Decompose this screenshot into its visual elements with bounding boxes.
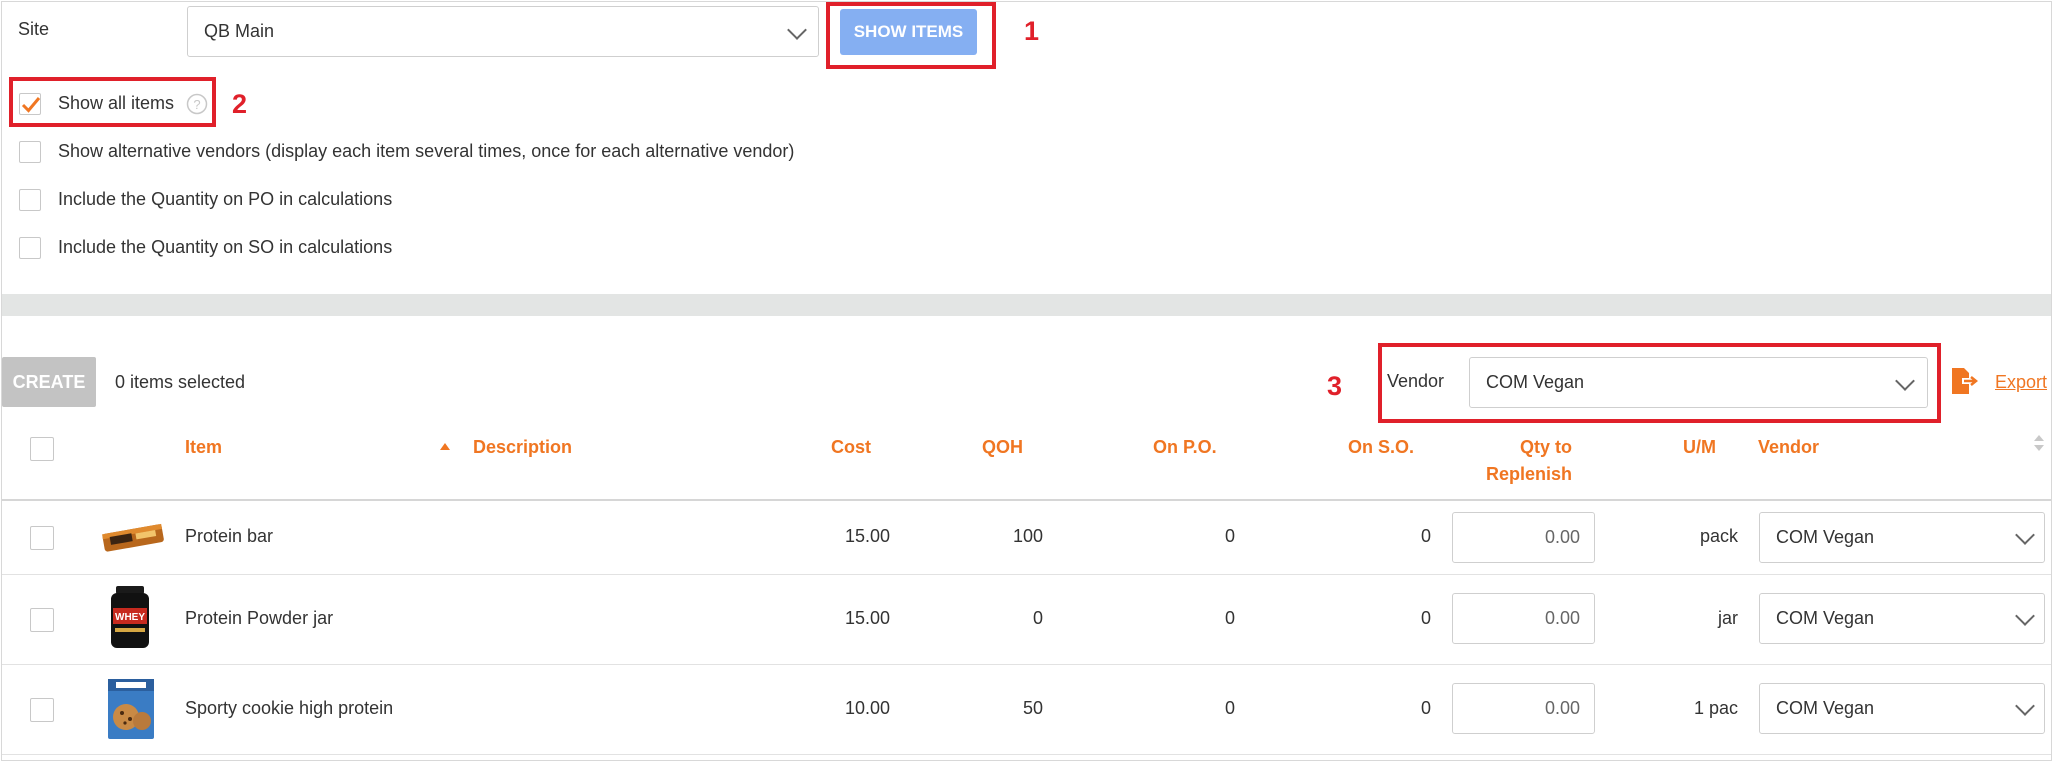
- item-cost: 15.00: [844, 608, 890, 628]
- table-row[interactable]: WHEY Protein Powder jar 15.00 0 0 0 0.00…: [2, 575, 2051, 665]
- chevron-down-icon: [1895, 371, 1915, 391]
- annotation-box-2: [9, 77, 216, 127]
- section-divider: [2, 294, 2051, 316]
- row-checkbox[interactable]: [30, 608, 54, 632]
- site-select[interactable]: QB Main: [187, 6, 819, 57]
- item-um: jar: [1717, 608, 1738, 628]
- annotation-number-2: 2: [232, 89, 248, 119]
- cookie-box-image: [108, 679, 154, 739]
- chevron-down-icon: [2015, 606, 2035, 626]
- chevron-down-icon: [2015, 525, 2035, 545]
- row-vendor-select[interactable]: COM Vegan: [1759, 512, 2045, 563]
- column-header-qty-to-replenish-line2[interactable]: Replenish: [1462, 464, 1572, 485]
- item-on-so: 0: [1420, 526, 1431, 546]
- item-name: Protein bar: [185, 526, 274, 546]
- item-on-so: 0: [1420, 608, 1431, 628]
- row-vendor-select[interactable]: COM Vegan: [1759, 683, 2045, 734]
- column-header-qoh[interactable]: QOH: [982, 437, 1023, 458]
- item-qoh: 100: [1012, 526, 1043, 546]
- create-button[interactable]: CREATE: [2, 357, 96, 407]
- column-header-cost[interactable]: Cost: [831, 437, 871, 458]
- file-export-icon[interactable]: [1950, 367, 1980, 395]
- column-header-description[interactable]: Description: [473, 437, 572, 458]
- item-on-po: 0: [1224, 526, 1235, 546]
- item-cost: 10.00: [844, 698, 890, 718]
- annotation-number-3: 3: [1327, 371, 1343, 401]
- column-header-qty-to-replenish-line1[interactable]: Qty to: [1462, 437, 1572, 458]
- column-header-um[interactable]: U/M: [1683, 437, 1716, 458]
- include-po-checkbox[interactable]: [19, 189, 41, 211]
- annotation-number-1: 1: [1024, 16, 1040, 46]
- row-vendor-select[interactable]: COM Vegan: [1759, 593, 2045, 644]
- export-link[interactable]: Export: [1995, 372, 2047, 393]
- row-vendor-value: COM Vegan: [1776, 527, 1875, 547]
- alternative-vendors-label: Show alternative vendors (display each i…: [58, 141, 795, 161]
- item-name: Sporty cookie high protein: [185, 698, 394, 718]
- qty-to-replenish-input[interactable]: 0.00: [1452, 683, 1595, 734]
- include-so-label: Include the Quantity on SO in calculatio…: [58, 237, 393, 257]
- column-header-vendor[interactable]: Vendor: [1758, 437, 1819, 458]
- item-qoh: 50: [1022, 698, 1043, 718]
- vendor-filter-label: Vendor: [1387, 371, 1445, 391]
- column-header-on-po[interactable]: On P.O.: [1153, 437, 1217, 458]
- protein-powder-jar-image: WHEY: [111, 586, 149, 648]
- row-checkbox[interactable]: [30, 698, 54, 722]
- table-row[interactable]: Protein bar 15.00 100 0 0 0.00 pack COM …: [2, 501, 2051, 575]
- vendor-filter-select[interactable]: COM Vegan: [1469, 357, 1928, 408]
- chevron-down-icon: [787, 20, 807, 40]
- alternative-vendors-checkbox[interactable]: [19, 141, 41, 163]
- svg-text:WHEY: WHEY: [115, 612, 145, 623]
- protein-bar-image: [102, 523, 164, 552]
- include-po-label: Include the Quantity on PO in calculatio…: [58, 189, 393, 209]
- item-on-so: 0: [1420, 698, 1431, 718]
- qty-to-replenish-input[interactable]: 0.00: [1452, 593, 1595, 644]
- item-on-po: 0: [1224, 608, 1235, 628]
- site-select-value: QB Main: [204, 21, 275, 41]
- include-so-checkbox[interactable]: [19, 237, 41, 259]
- table-row[interactable]: Sporty cookie high protein 10.00 50 0 0 …: [2, 665, 2051, 755]
- select-all-checkbox[interactable]: [30, 437, 54, 461]
- sort-ascending-icon[interactable]: [439, 441, 451, 451]
- item-name: Protein Powder jar: [185, 608, 334, 628]
- site-label: Site: [18, 19, 50, 39]
- item-um: pack: [1699, 526, 1738, 546]
- item-um: 1 pac: [1693, 698, 1738, 718]
- selected-count: 0 items selected: [115, 372, 246, 392]
- vendor-filter-value: COM Vegan: [1486, 372, 1585, 392]
- qty-to-replenish-input[interactable]: 0.00: [1452, 512, 1595, 563]
- row-vendor-value: COM Vegan: [1776, 698, 1875, 718]
- item-on-po: 0: [1224, 698, 1235, 718]
- row-checkbox[interactable]: [30, 526, 54, 550]
- item-qoh: 0: [1032, 608, 1043, 628]
- annotation-box-1: [826, 2, 996, 69]
- row-vendor-value: COM Vegan: [1776, 608, 1875, 628]
- item-cost: 15.00: [844, 526, 890, 546]
- column-header-on-so[interactable]: On S.O.: [1348, 437, 1414, 458]
- sort-both-icon[interactable]: [2033, 433, 2045, 453]
- column-header-item[interactable]: Item: [185, 437, 222, 458]
- chevron-down-icon: [2015, 696, 2035, 716]
